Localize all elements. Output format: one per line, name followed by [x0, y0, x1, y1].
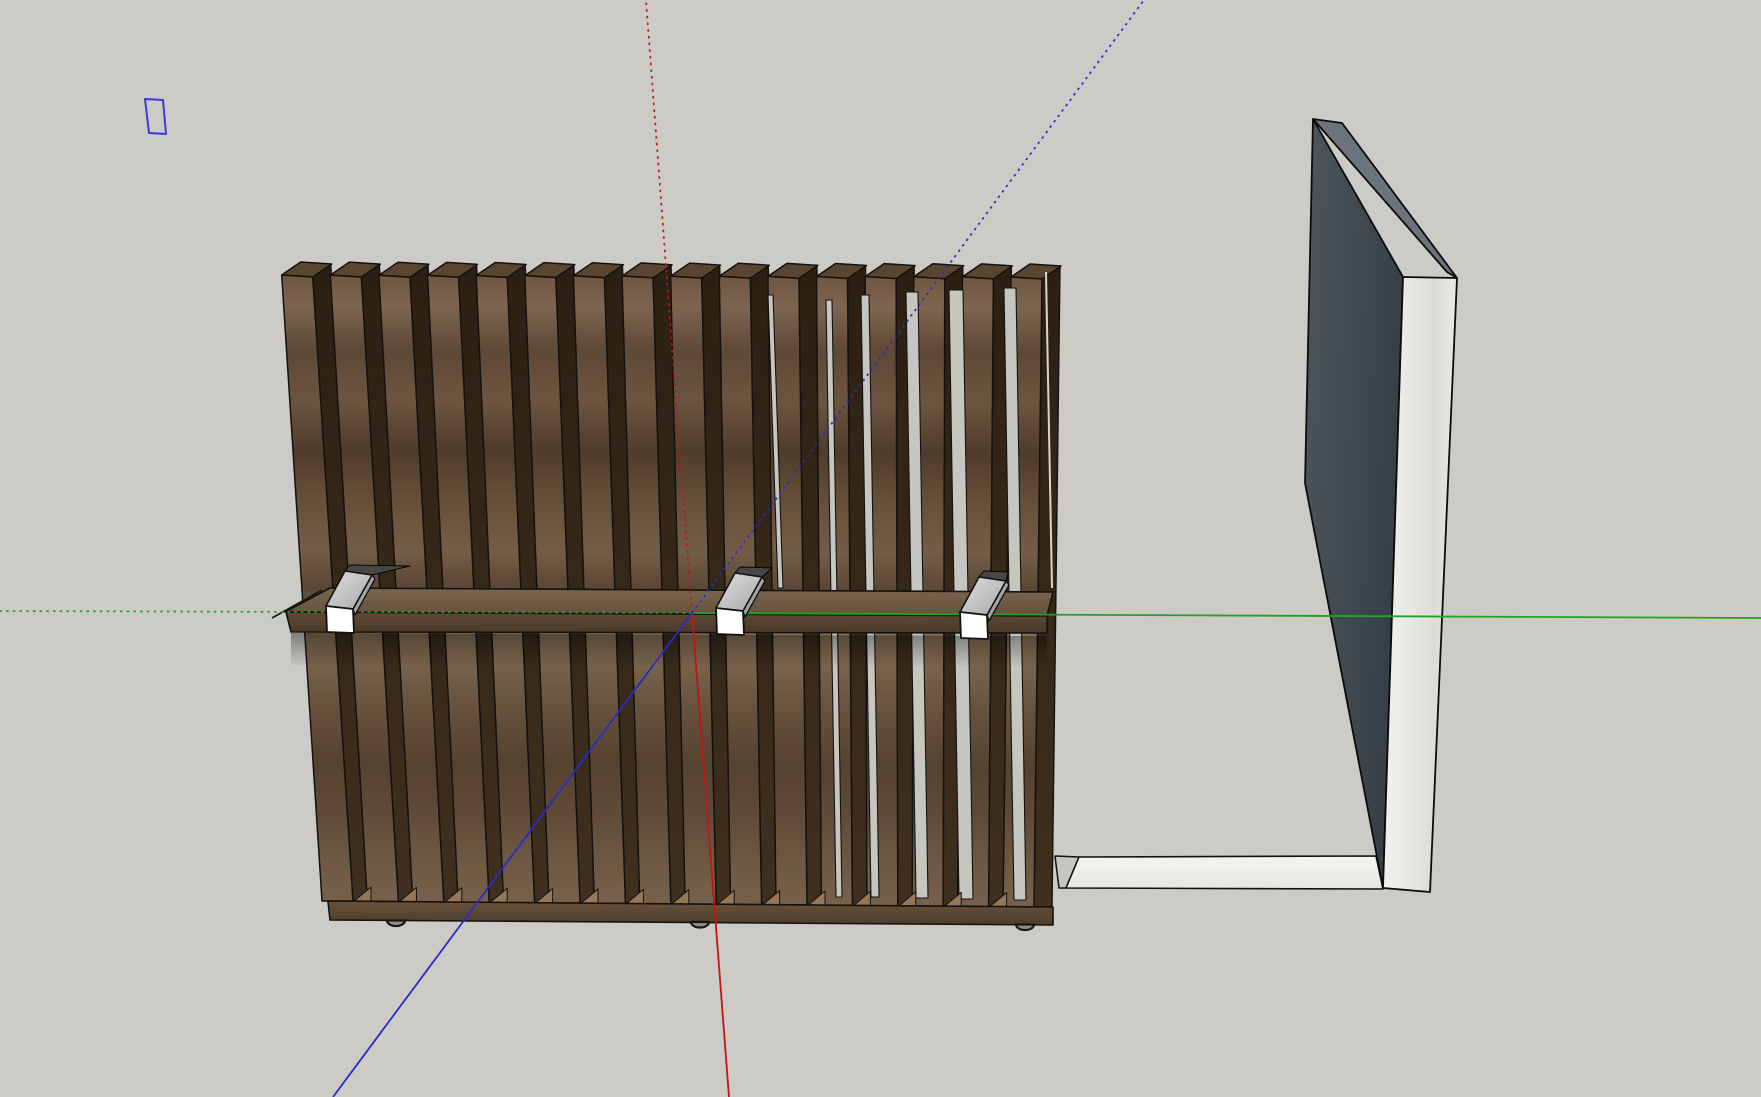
slatted-wood-fence[interactable] [272, 262, 1061, 930]
ground-board[interactable] [1055, 856, 1383, 889]
modeling-viewport[interactable]: SketchUp-style 3D viewport: slatted wood… [0, 0, 1761, 1097]
